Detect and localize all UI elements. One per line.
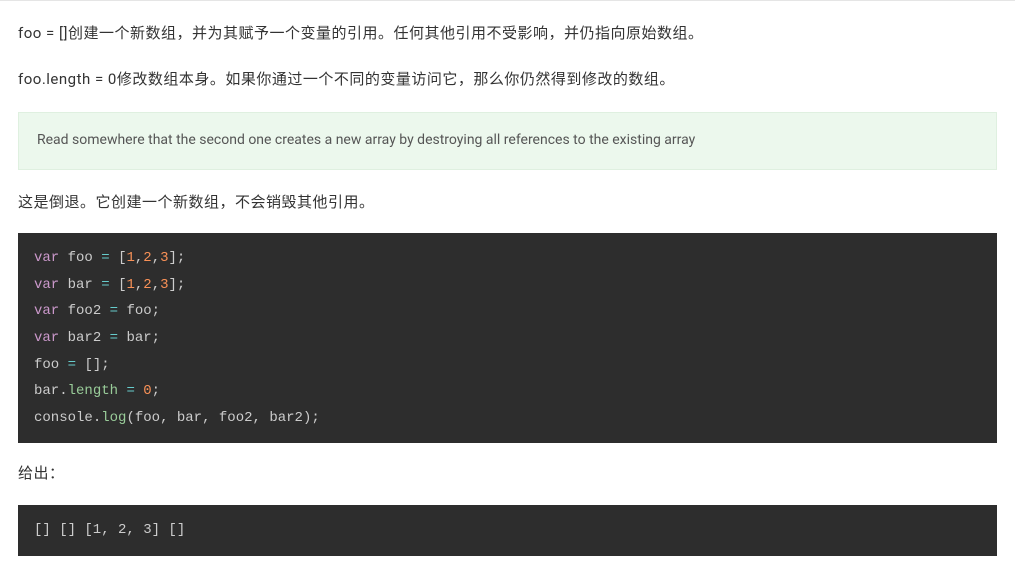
code-keyword: var: [34, 330, 59, 346]
code-operator: =: [110, 330, 118, 346]
code-operator: =: [68, 357, 76, 373]
paragraph-1: foo = []创建一个新数组，并为其赋予一个变量的引用。任何其他引用不受影响，…: [18, 21, 997, 47]
code-punct: ;: [152, 303, 160, 319]
code-punct: ,: [152, 250, 160, 266]
code-punct: .: [59, 383, 67, 399]
code-punct: ;: [177, 277, 185, 293]
code-method: log: [101, 410, 126, 426]
paragraph-2: foo.length = 0修改数组本身。如果你通过一个不同的变量访问它，那么你…: [18, 67, 997, 93]
code-punct: .: [93, 410, 101, 426]
paragraph-4: 给出：: [18, 461, 997, 487]
code-identifier: foo: [34, 357, 59, 373]
code-number: 2: [143, 277, 151, 293]
code-punct: ]: [169, 250, 177, 266]
code-identifier: bar: [177, 410, 202, 426]
code-identifier: bar2: [269, 410, 303, 426]
code-identifier: foo: [135, 410, 160, 426]
code-identifier: foo: [68, 250, 93, 266]
code-identifier: foo: [126, 303, 151, 319]
code-number: 2: [143, 250, 151, 266]
code-identifier: foo2: [68, 303, 102, 319]
code-punct: ,: [160, 410, 168, 426]
code-identifier: bar2: [68, 330, 102, 346]
code-punct: ]: [93, 357, 101, 373]
output-text: [] [] [1, 2, 3] []: [34, 522, 185, 538]
code-operator: =: [101, 277, 109, 293]
code-number: 1: [126, 250, 134, 266]
code-operator: =: [126, 383, 134, 399]
paragraph-3: 这是倒退。它创建一个新数组，不会销毁其他引用。: [18, 190, 997, 216]
code-punct: ;: [177, 250, 185, 266]
code-property: length: [68, 383, 118, 399]
code-operator: =: [101, 250, 109, 266]
code-identifier: console: [34, 410, 93, 426]
code-punct: [: [84, 357, 92, 373]
code-punct: ;: [311, 410, 319, 426]
code-identifier: foo2: [219, 410, 253, 426]
code-keyword: var: [34, 277, 59, 293]
code-output: [] [] [1, 2, 3] []: [18, 505, 997, 556]
code-punct: ;: [101, 357, 109, 373]
code-keyword: var: [34, 250, 59, 266]
code-number: 1: [126, 277, 134, 293]
code-punct: ,: [152, 277, 160, 293]
code-operator: =: [110, 303, 118, 319]
code-number: 3: [160, 277, 168, 293]
code-punct: (: [126, 410, 134, 426]
code-number: 3: [160, 250, 168, 266]
code-identifier: bar: [34, 383, 59, 399]
code-punct: ;: [152, 330, 160, 346]
code-identifier: bar: [68, 277, 93, 293]
code-identifier: bar: [126, 330, 151, 346]
code-punct: ,: [202, 410, 210, 426]
blockquote: Read somewhere that the second one creat…: [18, 112, 997, 170]
code-punct: ,: [253, 410, 261, 426]
blockquote-text: Read somewhere that the second one creat…: [37, 132, 695, 148]
code-keyword: var: [34, 303, 59, 319]
article-body: foo = []创建一个新数组，并为其赋予一个变量的引用。任何其他引用不受影响，…: [0, 0, 1015, 584]
code-example: var foo = [1,2,3]; var bar = [1,2,3]; va…: [18, 233, 997, 443]
code-number: 0: [143, 383, 151, 399]
code-punct: ]: [169, 277, 177, 293]
code-punct: ;: [152, 383, 160, 399]
